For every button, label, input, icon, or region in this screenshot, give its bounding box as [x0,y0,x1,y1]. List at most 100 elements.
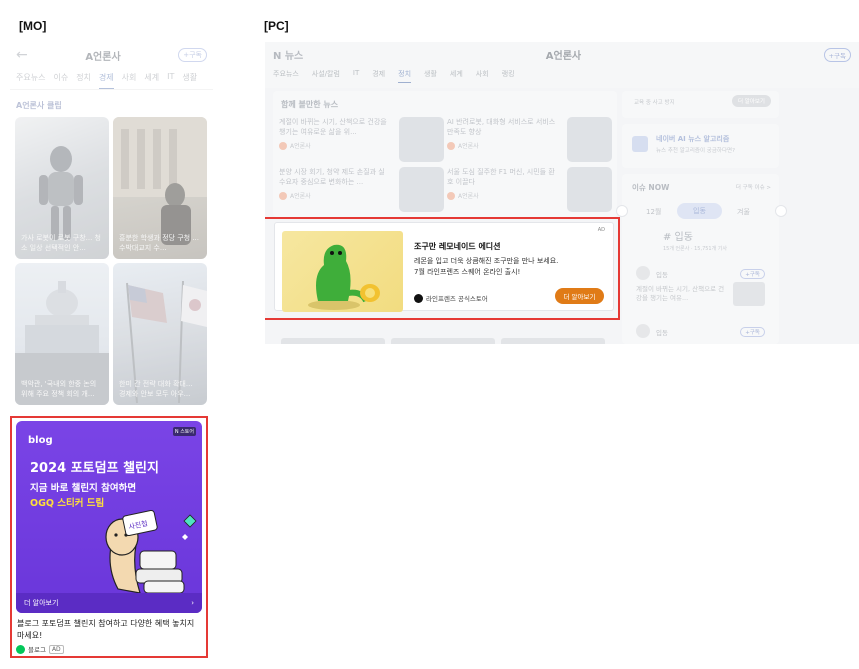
press-title: A언론사 [545,51,582,62]
pc-tabs: 주요뉴스 사설/칼럼 IT 경제 정치 생활 세계 사회 랭킹 [265,67,859,88]
pc-view: N 뉴스 A언론사 +구독 주요뉴스 사설/칼럼 IT 경제 정치 생활 세계 … [265,42,859,344]
mobile-ad-highlight: blog N 스토어 2024 포토덤프 챌린지 지금 바로 챌린지 참여하면 … [10,416,208,658]
tab-main[interactable]: 주요뉴스 [273,69,299,88]
issue-meta: 15개 언론사 · 15,751개 기사 [663,246,728,252]
clip-card[interactable]: 가사 로봇이 로봇 구창... 청소 일상 선택적인 안... [15,117,109,259]
promo-button[interactable]: 더 알아보기 [731,95,771,107]
bottom-card-edge [281,338,385,344]
mobile-ad-banner[interactable]: blog N 스토어 2024 포토덤프 챌린지 지금 바로 챌린지 참여하면 … [16,421,202,613]
clip-caption: 가사 로봇이 로봇 구창... 청소 일상 선택적인 안... [21,234,101,252]
ad-badge: N 스토어 [172,427,196,436]
issue-thumbnail [733,282,765,306]
tab-politics[interactable]: 정치 [398,69,412,83]
issue-hashtag: # 입동 [663,232,693,243]
naver-news-logo[interactable]: N 뉴스 [273,47,303,62]
mo-label: [MO] [19,19,47,33]
issue-chip-active[interactable]: 입동 [677,203,722,219]
clip-section-title: A언론사 클립 [16,101,62,110]
algorithm-box[interactable]: 네이버 AI 뉴스 알고리즘 뉴스 추천 알고리즘이 궁금하다면? [622,124,779,168]
clip-caption: 백악관, '국내외 한중 논의 위해 주요 정책 회의 개... [21,380,97,398]
chevron-right-icon: › [191,599,194,607]
sticker-illustration: 사진첩 [105,509,197,594]
pc-ad-highlight: AD 조구만 레모네이드 에디션 레몬을 입고 더욱 상큼해진 조구만을 만나 … [265,217,620,320]
ad-label: AD [48,644,64,654]
learn-more-button[interactable]: 더 알아보기 › [16,593,202,613]
tab-society[interactable]: 사회 [122,72,137,89]
ad-description: 레몬을 입고 더욱 상큼해진 조구만을 만나 보세요. 7월 라인프렌즈 스퀘어… [414,256,558,278]
news-title: 분양 시장 회기, 청약 제도 손질과 실수요자 중심으로 변화하는 ... [279,168,385,186]
subscribe-button[interactable]: +구독 [178,48,207,62]
tab-main[interactable]: 주요뉴스 [16,72,45,89]
tab-column[interactable]: 사설/칼럼 [312,69,340,88]
clip-card[interactable]: 흥분한 학생과 정당 구청 ... 수박대교지 수... [113,117,207,259]
press-icon [279,191,287,200]
news-thumbnail [567,167,612,212]
issue-chip[interactable]: 12월 [646,207,661,217]
press-title: A언론사 [85,51,121,63]
chevron-right-icon[interactable] [775,205,787,217]
avatar [636,266,650,280]
news-source: A언론사 [458,193,479,200]
news-thumbnail [399,167,444,212]
learn-more-button[interactable]: 더 알아보기 [555,288,604,304]
subscribe-button[interactable]: +구독 [823,47,851,62]
news-source: A언론사 [290,143,311,150]
news-item[interactable]: 계절이 바뀌는 시기, 산책으로 건강을 챙기는 여유로운 삶을 위... A언… [279,117,444,163]
tab-politics[interactable]: 정치 [76,72,91,89]
pc-ad-card[interactable]: AD 조구만 레모네이드 에디션 레몬을 입고 더욱 상큼해진 조구만을 만나 … [274,222,614,312]
store-icon [414,293,423,303]
subscribe-button[interactable]: +구독 [740,327,765,337]
tab-economy[interactable]: 경제 [98,72,114,89]
tab-it[interactable]: IT [353,69,359,88]
issue-more-link[interactable]: 더 구독 이슈 > [736,183,771,191]
tab-society[interactable]: 사회 [476,69,489,88]
news-item[interactable]: AI 반려로봇, 대화형 서비스로 서비스 만족도 향상 A언론사 [447,117,612,163]
mobile-header: ← A언론사 +구독 [10,42,213,68]
subscribe-button[interactable]: +구독 [740,269,765,279]
clip-card[interactable]: 한미 간 전략 대화 확대... 경제와 안보 모두 아우... [113,263,207,405]
ad-image [282,231,403,312]
pc-label: [PC] [264,19,289,33]
ad-label: AD [597,227,605,233]
tab-life[interactable]: 생활 [182,72,197,89]
tab-life[interactable]: 생활 [424,69,437,88]
promo-box: 교육 중 사고 방지 더 알아보기 [622,91,779,118]
blog-icon [16,644,25,654]
tab-it[interactable]: IT [167,72,174,89]
bottom-card-edge [391,338,495,344]
pc-sidebar: 교육 중 사고 방지 더 알아보기 네이버 AI 뉴스 알고리즘 뉴스 추천 알… [616,91,859,344]
ad-highlight-text: OGQ 스티커 드림 [30,498,105,509]
tab-ranking[interactable]: 랭킹 [502,69,515,88]
ad-description: 블로그 포토덤프 챌린지 참여하고 다양한 혜택 놓치지 마세요! [17,619,195,640]
tab-issue[interactable]: 이슈 [53,72,68,89]
issue-item-name: 입동 [656,329,668,337]
ad-source: 라인프렌즈 공식스토어 [414,293,488,303]
clip-card[interactable]: 백악관, '국내외 한중 논의 위해 주요 정책 회의 개... [15,263,109,405]
news-source: A언론사 [458,143,479,150]
learn-more-label: 더 알아보기 [24,599,59,607]
issue-chip[interactable]: 겨울 [737,207,750,217]
algorithm-title: 네이버 AI 뉴스 알고리즘 [656,135,730,143]
pc-header: N 뉴스 A언론사 +구독 [265,42,859,67]
algorithm-subtitle: 뉴스 추천 알고리즘이 궁금하다면? [656,148,736,154]
related-news-title: 함께 볼만한 뉴스 [281,100,339,109]
news-item[interactable]: 분양 시장 회기, 청약 제도 손질과 실수요자 중심으로 변화하는 ... A… [279,167,444,213]
ad-headline: 2024 포토덤프 챌린지 [30,461,159,476]
tab-economy[interactable]: 경제 [372,69,385,88]
tab-world[interactable]: 세계 [144,72,159,89]
news-title: 서울 도심 질주한 F1 머신, 시민들 환호 이끌다 [447,168,555,186]
clip-caption: 흥분한 학생과 정당 구청 ... 수박대교지 수... [119,234,199,252]
tab-world[interactable]: 세계 [450,69,463,88]
arrow-left-icon[interactable]: ← [16,47,28,63]
ad-footer: 블로그 AD [16,644,202,654]
news-item[interactable]: 서울 도심 질주한 F1 머신, 시민들 환호 이끌다 A언론사 [447,167,612,213]
chevron-left-icon[interactable] [616,205,628,217]
advertiser-name: 블로그 [28,646,46,654]
promo-caption: 교육 중 사고 방지 [634,100,675,106]
blog-logo: blog [28,435,53,446]
dinosaur-illustration [308,244,380,310]
clip-caption: 한미 간 전략 대화 확대... 경제와 안보 모두 아우... [119,380,193,398]
related-news-box: 함께 볼만한 뉴스 계절이 바뀌는 시기, 산책으로 건강을 챙기는 여유로운 … [273,91,617,217]
news-thumbnail [567,117,612,162]
bottom-card-edge [501,338,605,344]
